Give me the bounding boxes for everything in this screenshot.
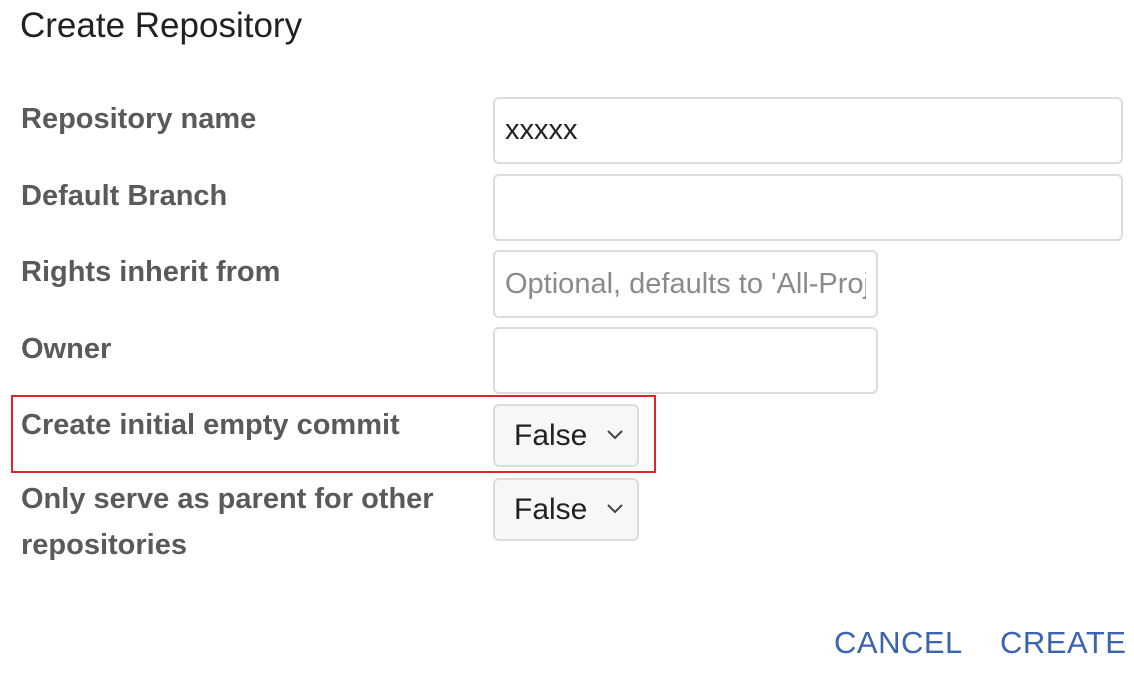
create-initial-empty-commit-value: False <box>514 418 588 452</box>
rights-inherit-from-input[interactable] <box>493 250 878 318</box>
create-repository-dialog: Create Repository Repository name Defaul… <box>0 0 1134 693</box>
chevron-down-icon <box>607 430 623 440</box>
chevron-down-icon <box>607 504 623 514</box>
repository-name-label: Repository name <box>21 103 257 135</box>
only-parent-select[interactable]: False <box>493 478 639 541</box>
create-initial-empty-commit-label: Create initial empty commit <box>21 409 400 441</box>
create-initial-empty-commit-select[interactable]: False <box>493 404 639 467</box>
dialog-title: Create Repository <box>20 6 303 45</box>
repository-name-input[interactable] <box>493 97 1123 164</box>
only-parent-label-line2: repositories <box>21 529 187 561</box>
only-parent-label-line1: Only serve as parent for other <box>21 483 434 515</box>
create-button[interactable]: CREATE <box>1000 622 1126 664</box>
default-branch-label: Default Branch <box>21 180 228 212</box>
cancel-button[interactable]: CANCEL <box>834 622 963 664</box>
owner-label: Owner <box>21 333 112 365</box>
default-branch-input[interactable] <box>493 174 1123 241</box>
rights-inherit-from-label: Rights inherit from <box>21 256 281 288</box>
only-parent-value: False <box>514 492 588 526</box>
owner-input[interactable] <box>493 327 878 394</box>
